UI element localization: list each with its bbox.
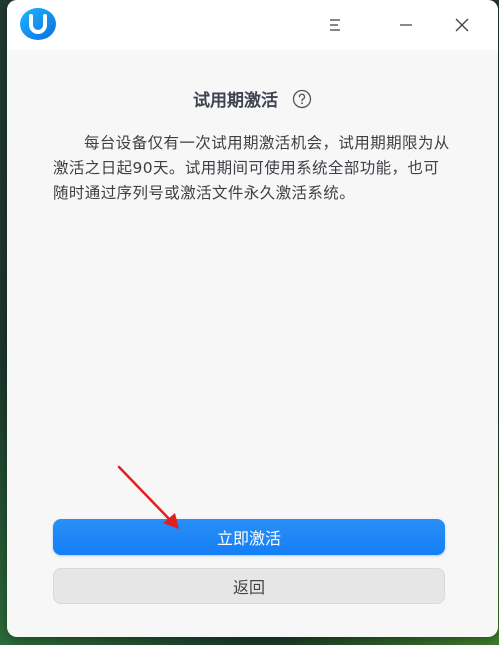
- close-icon: [455, 18, 469, 32]
- help-icon[interactable]: [292, 89, 312, 109]
- activation-window: 试用期激活 每台设备仅有一次试用期激活机会，试用期期限为从激活之日起90天。试用…: [7, 0, 498, 637]
- dialog-header: 试用期激活: [7, 86, 498, 111]
- minimize-icon: [400, 24, 412, 26]
- uos-logo-icon[interactable]: [19, 7, 57, 41]
- dialog-title: 试用期激活: [193, 91, 278, 111]
- titlebar: [7, 0, 498, 50]
- activate-now-button[interactable]: 立即激活: [53, 519, 445, 555]
- back-button[interactable]: 返回: [53, 568, 445, 604]
- minimize-button[interactable]: [391, 10, 421, 40]
- close-button[interactable]: [447, 10, 477, 40]
- menu-icon: [330, 19, 340, 31]
- menu-button[interactable]: [320, 10, 350, 40]
- trial-description: 每台设备仅有一次试用期激活机会，试用期期限为从激活之日起90天。试用期间可使用系…: [53, 134, 450, 202]
